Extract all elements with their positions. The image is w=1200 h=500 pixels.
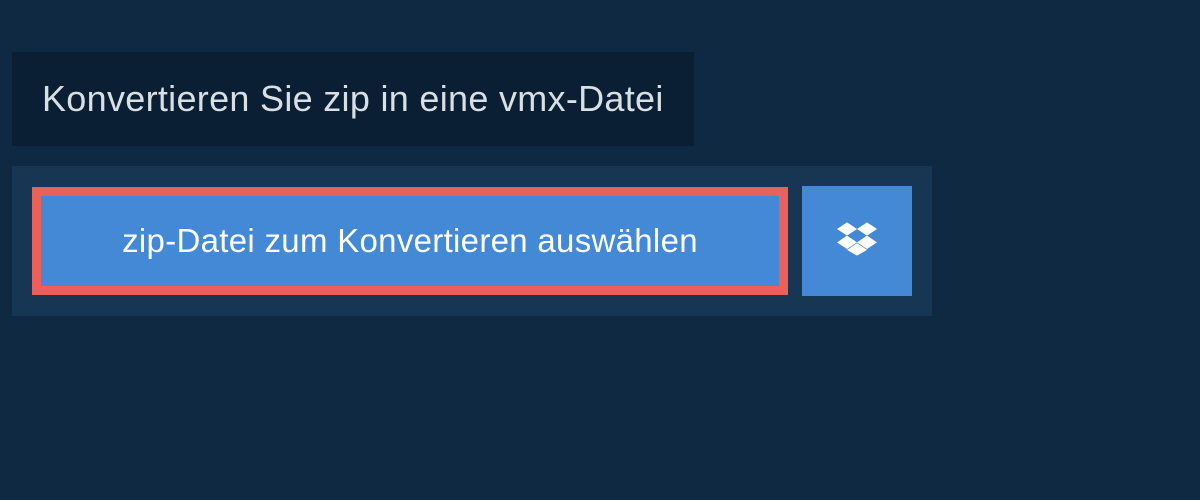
- select-file-button[interactable]: zip-Datei zum Konvertieren auswählen: [32, 187, 788, 295]
- header-bar: Konvertieren Sie zip in eine vmx-Datei: [12, 52, 694, 146]
- dropbox-icon: [837, 219, 877, 264]
- dropbox-button[interactable]: [802, 186, 912, 296]
- upload-panel: zip-Datei zum Konvertieren auswählen: [12, 166, 932, 316]
- page-title: Konvertieren Sie zip in eine vmx-Datei: [42, 78, 664, 120]
